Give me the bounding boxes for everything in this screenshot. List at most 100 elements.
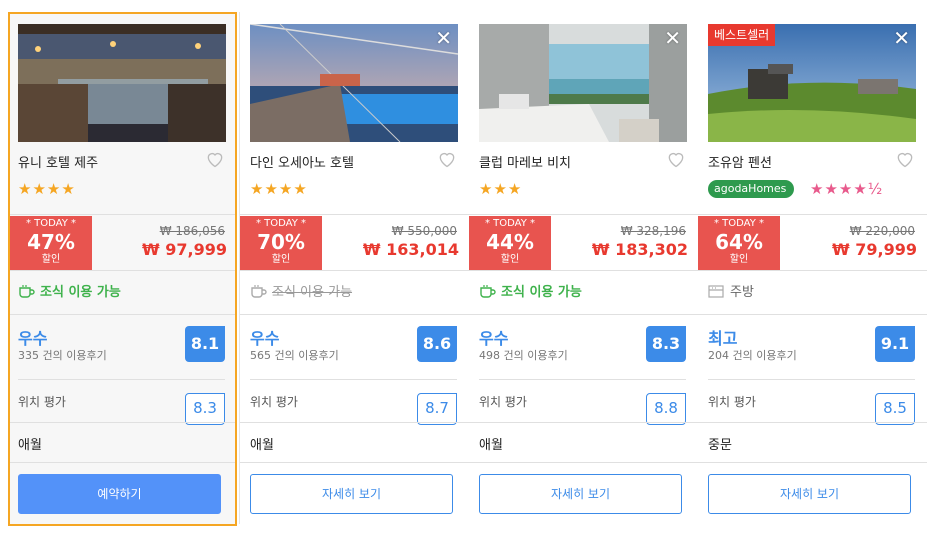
divider (469, 270, 698, 271)
hotel-card-dain-oceano[interactable]: ✕ 다인 오세아노 호텔 ★★★★ * TODAY * 70% 할인 ₩ 550… (240, 12, 469, 526)
review-score: 9.1 (875, 326, 915, 362)
divider (240, 214, 469, 215)
heart-outline-icon[interactable] (205, 149, 225, 169)
divider (240, 270, 469, 271)
divider (10, 422, 235, 423)
close-icon[interactable]: ✕ (435, 28, 452, 48)
hotel-name[interactable]: 다인 오세아노 호텔 (250, 152, 354, 171)
hotel-name[interactable]: 유니 호텔 제주 (18, 152, 98, 171)
view-details-button[interactable]: 자세히 보기 (479, 474, 682, 514)
breakfast-amenity: 조식 이용 가능 (479, 281, 582, 300)
today-deal-badge: * TODAY * 44% 할인 (469, 216, 551, 270)
discounted-price: ₩ 163,014 (362, 240, 459, 259)
original-price: ₩ 220,000 (849, 224, 915, 238)
divider (698, 422, 927, 423)
discount-percent: 64% (715, 230, 763, 254)
star-rating: ★★★★ (250, 180, 308, 198)
review-count[interactable]: 498 건의 이용후기 (479, 347, 568, 363)
book-button[interactable]: 예약하기 (18, 474, 221, 514)
today-deal-badge: * TODAY * 64% 할인 (698, 216, 780, 270)
close-icon[interactable]: ✕ (664, 28, 681, 48)
hotel-photo[interactable]: ✕ (250, 24, 458, 142)
heart-outline-icon[interactable] (666, 149, 686, 169)
location-score: 8.8 (646, 393, 686, 425)
original-price: ₩ 186,056 (159, 224, 225, 238)
divider (698, 314, 927, 315)
hotel-name[interactable]: 클럽 마레보 비치 (479, 152, 571, 171)
location-rating-label: 위치 평가 (479, 395, 527, 409)
agoda-homes-logo: agodaHomes (708, 180, 795, 198)
heart-outline-icon[interactable] (895, 149, 915, 169)
original-price: ₩ 550,000 (391, 224, 457, 238)
discount-percent: 70% (257, 230, 305, 254)
review-score: 8.3 (646, 326, 686, 362)
hotel-card-club-marebo[interactable]: ✕ 클럽 마레보 비치 ★★★ * TODAY * 44% 할인 ₩ 328,1… (469, 12, 698, 526)
today-label: * TODAY * (484, 218, 536, 229)
close-icon[interactable]: ✕ (893, 28, 910, 48)
today-deal-badge: * TODAY * 70% 할인 (240, 216, 322, 270)
original-price: ₩ 328,196 (620, 224, 686, 238)
star-rating: ★★★★½ (810, 180, 884, 198)
view-details-button[interactable]: 자세히 보기 (708, 474, 911, 514)
review-score: 8.6 (417, 326, 457, 362)
today-label: * TODAY * (25, 218, 77, 229)
sale-label: 할인 (271, 254, 291, 265)
divider (240, 314, 469, 315)
heart-outline-icon[interactable] (437, 149, 457, 169)
area-name: 애월 (479, 438, 503, 453)
location-score: 8.5 (875, 393, 915, 425)
divider (698, 270, 927, 271)
location-rating-label: 위치 평가 (18, 395, 66, 409)
sale-label: 할인 (729, 254, 749, 265)
area-name: 애월 (250, 438, 274, 453)
breakfast-amenity: 조식 이용 가능 (250, 281, 352, 300)
coffee-cup-icon (19, 284, 35, 298)
discount-percent: 44% (486, 230, 534, 254)
divider (469, 214, 698, 215)
divider (240, 422, 469, 423)
divider (10, 214, 235, 215)
today-deal-badge: * TODAY * 47% 할인 (10, 216, 92, 270)
location-score: 8.7 (417, 393, 457, 425)
sale-label: 할인 (500, 254, 520, 265)
discounted-price: ₩ 183,302 (591, 240, 688, 259)
star-rating: ★★★★ (18, 180, 76, 198)
discount-percent: 47% (27, 230, 75, 254)
amenity-label: 조식 이용 가능 (40, 285, 121, 300)
view-details-button[interactable]: 자세히 보기 (250, 474, 453, 514)
kitchen-amenity: 주방 (708, 281, 754, 300)
divider (10, 462, 235, 463)
location-score: 8.3 (185, 393, 225, 425)
breakfast-amenity: 조식 이용 가능 (18, 281, 121, 300)
review-count[interactable]: 335 건의 이용후기 (18, 347, 107, 363)
coffee-cup-icon (480, 284, 496, 298)
rating-word: 우수 (479, 329, 509, 348)
divider (708, 379, 915, 380)
hotel-card-uni-hotel[interactable]: 유니 호텔 제주 ★★★★ * TODAY * 47% 할인 ₩ 186,056… (8, 12, 237, 526)
kitchen-icon (708, 284, 724, 298)
discounted-price: ₩ 97,999 (142, 240, 227, 259)
sale-label: 할인 (41, 254, 61, 265)
review-count[interactable]: 565 건의 이용후기 (250, 347, 339, 363)
bestseller-badge: 베스트셀러 (708, 24, 776, 46)
rating-word: 최고 (708, 329, 738, 348)
rating-word: 우수 (250, 329, 280, 348)
divider (240, 462, 469, 463)
rating-word: 우수 (18, 329, 48, 348)
amenity-label: 조식 이용 가능 (272, 285, 353, 300)
hotel-photo[interactable]: ✕ (479, 24, 687, 142)
divider (10, 314, 235, 315)
review-count[interactable]: 204 건의 이용후기 (708, 347, 797, 363)
amenity-label: 주방 (730, 285, 754, 300)
hotel-name[interactable]: 조유암 펜션 (708, 152, 772, 171)
hotel-card-joyuam-pension[interactable]: 베스트셀러 ✕ 조유암 펜션 agodaHomes ★★★★½ * TODAY … (698, 12, 927, 526)
divider (469, 422, 698, 423)
hotel-photo[interactable]: 베스트셀러 ✕ (708, 24, 916, 142)
location-rating-label: 위치 평가 (708, 395, 756, 409)
divider (469, 462, 698, 463)
hotel-photo[interactable] (18, 24, 226, 142)
review-score: 8.1 (185, 326, 225, 362)
discounted-price: ₩ 79,999 (832, 240, 917, 259)
divider (469, 314, 698, 315)
area-name: 애월 (18, 438, 42, 453)
